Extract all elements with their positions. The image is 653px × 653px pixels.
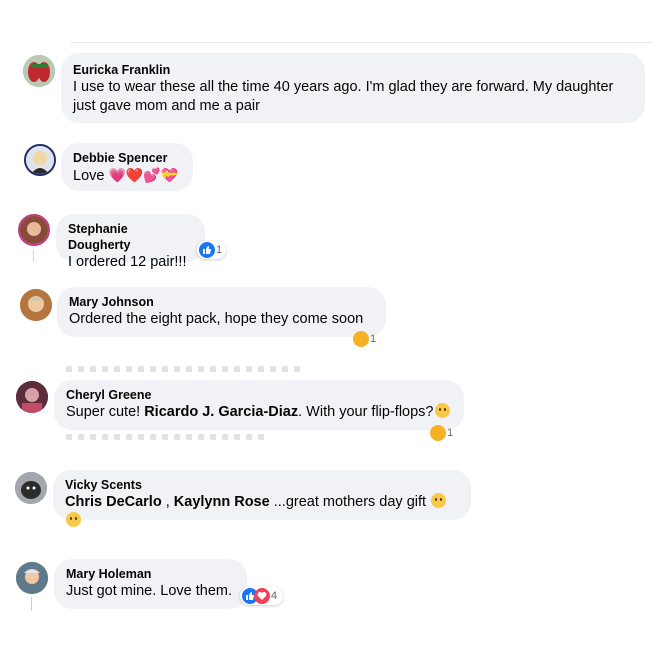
commenter-name[interactable]: Mary Johnson bbox=[69, 294, 374, 310]
commenter-name[interactable]: Cheryl Greene bbox=[66, 387, 452, 403]
thread-line bbox=[31, 597, 32, 611]
comment-text: I ordered 12 pair!!! bbox=[68, 254, 187, 270]
wink-emoji bbox=[431, 493, 447, 508]
avatar[interactable] bbox=[18, 214, 50, 246]
reaction-summary[interactable]: 1 bbox=[351, 330, 380, 348]
like-icon bbox=[199, 242, 215, 258]
avatar[interactable] bbox=[16, 562, 48, 594]
commenter-name[interactable]: Stephanie Dougherty bbox=[68, 221, 193, 253]
comment-bubble: Euricka Franklin I use to wear these all… bbox=[61, 53, 645, 123]
mention-link[interactable]: Chris DeCarlo bbox=[65, 494, 162, 510]
comment-text: Just got mine. Love them. bbox=[66, 583, 233, 599]
reaction-count: 1 bbox=[447, 427, 454, 439]
avatar[interactable] bbox=[15, 472, 47, 504]
comment-bubble: Stephanie Dougherty I ordered 12 pair!!! bbox=[56, 214, 205, 270]
reaction-summary[interactable]: 1 bbox=[428, 424, 457, 442]
comment-bubble: Cheryl Greene Super cute! Ricardo J. Gar… bbox=[54, 380, 464, 430]
comment-bubble: Debbie Spencer Love 💗❤️💕💝 bbox=[61, 143, 193, 191]
avatar[interactable] bbox=[20, 289, 52, 321]
reaction-summary[interactable]: 4 bbox=[240, 587, 284, 605]
mention-link[interactable]: Kaylynn Rose bbox=[174, 494, 270, 510]
heart-emoji: 💗❤️💕💝 bbox=[108, 167, 179, 183]
reaction-count: 4 bbox=[271, 590, 278, 602]
love-icon bbox=[254, 588, 270, 604]
avatar[interactable] bbox=[16, 381, 48, 413]
mention-link[interactable]: Ricardo J. Garcia-Diaz bbox=[144, 404, 298, 420]
haha-icon bbox=[430, 425, 446, 441]
comment-text: Love bbox=[73, 168, 105, 184]
avatar[interactable] bbox=[24, 144, 56, 176]
divider bbox=[70, 42, 653, 43]
commenter-name[interactable]: Mary Holeman bbox=[66, 566, 235, 582]
comment-bubble: Mary Holeman Just got mine. Love them. bbox=[54, 559, 247, 609]
faded-row bbox=[66, 366, 306, 372]
comment-bubble: Mary Johnson Ordered the eight pack, hop… bbox=[57, 287, 386, 337]
commenter-name[interactable]: Vicky Scents bbox=[65, 477, 459, 493]
commenter-name[interactable]: Debbie Spencer bbox=[73, 150, 181, 166]
wink-emoji bbox=[66, 512, 81, 527]
reaction-count: 1 bbox=[370, 333, 377, 345]
thread-line bbox=[33, 250, 34, 262]
avatar[interactable] bbox=[23, 55, 55, 87]
comment-text: . With your flip-flops? bbox=[298, 404, 434, 420]
reaction-summary[interactable]: 1 bbox=[197, 241, 227, 259]
commenter-name[interactable]: Euricka Franklin bbox=[73, 62, 633, 78]
comment-text: ...great mothers day gift bbox=[269, 494, 427, 510]
wink-emoji bbox=[434, 403, 450, 418]
reaction-count: 1 bbox=[216, 244, 223, 256]
comment-text: , bbox=[161, 494, 174, 510]
comment-text: I use to wear these all the time 40 year… bbox=[73, 79, 614, 114]
faded-row bbox=[66, 434, 266, 440]
comment-bubble: Vicky Scents Chris DeCarlo , Kaylynn Ros… bbox=[53, 470, 471, 527]
haha-icon bbox=[353, 331, 369, 347]
comment-text: Super cute! bbox=[66, 404, 145, 420]
comment-text: Ordered the eight pack, hope they come s… bbox=[69, 311, 364, 327]
